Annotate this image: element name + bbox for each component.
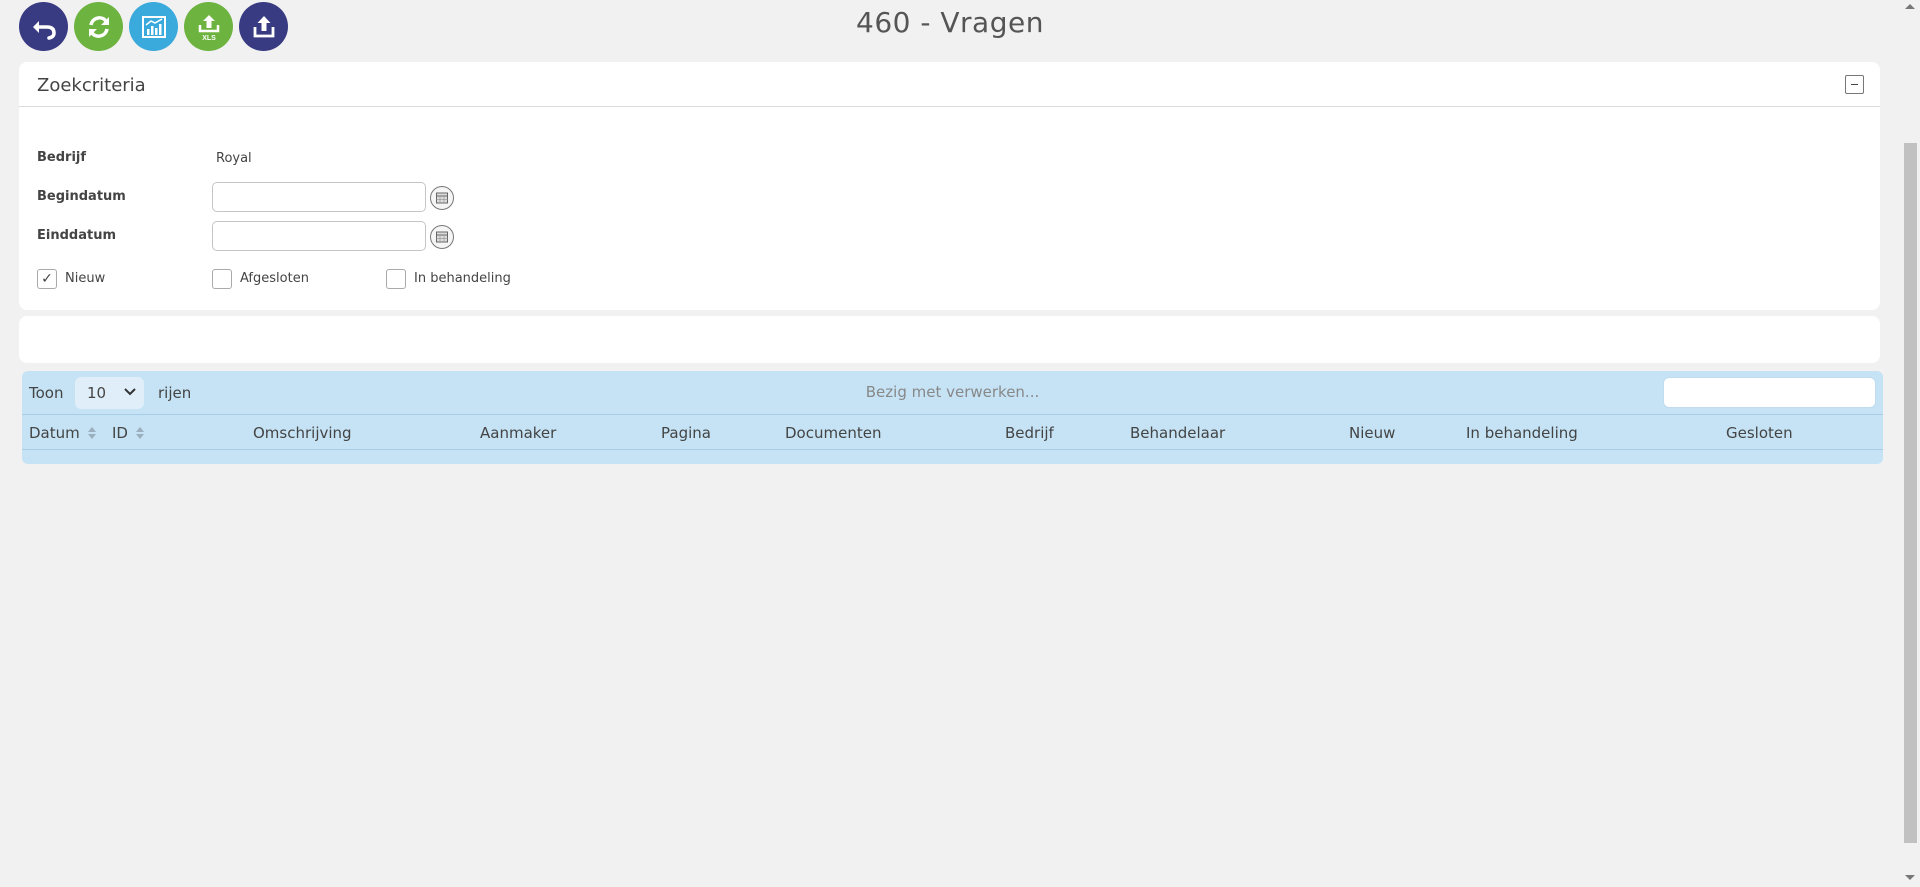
scroll-up-icon[interactable] — [1905, 4, 1915, 9]
empty-panel — [19, 316, 1880, 363]
column-header-omschrijving[interactable]: Omschrijving — [253, 424, 352, 442]
calendar-icon[interactable] — [430, 225, 454, 249]
afgesloten-checkbox[interactable] — [212, 269, 232, 289]
afgesloten-label: Afgesloten — [240, 271, 309, 286]
sort-icon — [135, 426, 144, 439]
begindatum-input[interactable] — [212, 182, 426, 212]
chevron-down-icon — [124, 388, 136, 396]
page-title: 460 - Vragen — [856, 6, 1044, 39]
sort-icon — [87, 426, 96, 439]
criteria-title: Zoekcriteria — [37, 75, 146, 96]
column-header-in-behandeling[interactable]: In behandeling — [1466, 424, 1578, 442]
column-header-documenten[interactable]: Documenten — [785, 424, 881, 442]
column-header-id[interactable]: ID — [112, 424, 144, 442]
column-label: ID — [112, 424, 128, 442]
rows-per-page-value: 10 — [87, 384, 107, 402]
minus-icon — [1851, 84, 1858, 85]
begindatum-label: Begindatum — [37, 189, 126, 204]
show-label: Toon — [29, 384, 64, 402]
rows-per-page-select[interactable]: 10 — [75, 377, 144, 409]
column-header-behandelaar[interactable]: Behandelaar — [1130, 424, 1225, 442]
column-header-gesloten[interactable]: Gesloten — [1726, 424, 1793, 442]
in-behandeling-label: In behandeling — [414, 271, 511, 286]
table-header: Datum ID Omschrijving Aanmaker Pagina Do… — [22, 414, 1883, 450]
einddatum-label: Einddatum — [37, 228, 116, 243]
column-header-datum[interactable]: Datum — [29, 424, 96, 442]
bedrijf-label: Bedrijf — [37, 150, 87, 165]
rows-label: rijen — [158, 384, 192, 402]
column-label: Datum — [29, 424, 80, 442]
calendar-icon[interactable] — [430, 186, 454, 210]
einddatum-input[interactable] — [212, 221, 426, 251]
bedrijf-value: Royal — [216, 151, 252, 166]
column-header-aanmaker[interactable]: Aanmaker — [480, 424, 556, 442]
search-criteria-panel: Zoekcriteria Bedrijf Royal Begindatum Ei… — [19, 62, 1880, 310]
processing-indicator: Bezig met verwerken... — [865, 383, 1040, 401]
in-behandeling-checkbox[interactable] — [386, 269, 406, 289]
scroll-down-icon[interactable] — [1905, 875, 1915, 880]
collapse-button[interactable] — [1845, 75, 1864, 94]
criteria-header: Zoekcriteria — [19, 62, 1880, 107]
vertical-scrollbar[interactable] — [1900, 0, 1920, 887]
column-header-pagina[interactable]: Pagina — [661, 424, 711, 442]
nieuw-label: Nieuw — [65, 271, 106, 286]
nieuw-checkbox[interactable]: ✓ — [37, 269, 57, 289]
scroll-thumb[interactable] — [1904, 143, 1917, 843]
results-table: Toon 10 rijen Bezig met verwerken... Dat… — [22, 371, 1883, 464]
column-header-bedrijf[interactable]: Bedrijf — [1005, 424, 1054, 442]
column-header-nieuw[interactable]: Nieuw — [1349, 424, 1395, 442]
table-search-input[interactable] — [1663, 377, 1876, 408]
